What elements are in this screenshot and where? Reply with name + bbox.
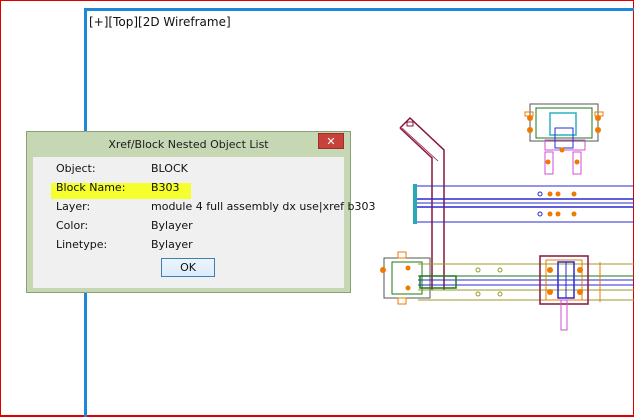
middle-beam <box>413 184 634 224</box>
ok-button[interactable]: OK <box>161 258 215 277</box>
block-name-row: Block Name: B303 <box>33 179 344 197</box>
close-icon[interactable]: ✕ <box>318 133 344 149</box>
color-row: Color: Bylayer <box>33 217 344 235</box>
upper-assembly <box>524 103 604 175</box>
layer-row: Layer: module 4 full assembly dx use|xre… <box>33 198 375 216</box>
color-value: Bylayer <box>151 219 193 232</box>
linetype-row: Linetype: Bylayer <box>33 236 344 254</box>
object-value: BLOCK <box>151 162 188 175</box>
linetype-label: Linetype: <box>56 238 108 251</box>
linetype-value: Bylayer <box>151 238 193 251</box>
dialog-title[interactable]: Xref/Block Nested Object List <box>27 132 350 156</box>
object-label: Object: <box>56 162 96 175</box>
nested-object-list-dialog[interactable]: Xref/Block Nested Object List ✕ Object: … <box>26 131 375 293</box>
layer-value: module 4 full assembly dx use|xref b303 <box>151 200 376 213</box>
block-name-label: Block Name: <box>56 181 126 194</box>
dialog-body: Object: BLOCK Block Name: B303 Layer: mo… <box>33 157 375 288</box>
color-label: Color: <box>56 219 89 232</box>
block-name-value: B303 <box>151 181 180 194</box>
object-row: Object: BLOCK <box>33 160 344 178</box>
lower-assembly <box>380 251 634 331</box>
layer-label: Layer: <box>56 200 91 213</box>
